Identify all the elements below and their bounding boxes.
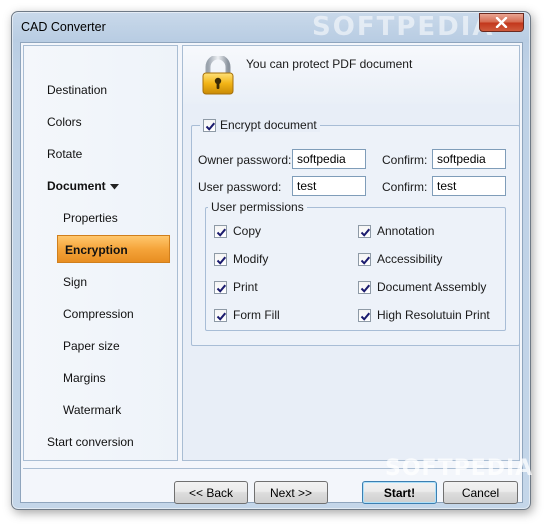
owner-confirm-field[interactable]: [432, 149, 506, 169]
check-icon: [360, 256, 371, 265]
check-icon: [360, 228, 371, 237]
panel-description: You can protect PDF document: [246, 57, 413, 71]
sidebar-item-encryption[interactable]: Encryption: [57, 235, 170, 263]
check-icon: [216, 312, 227, 321]
sidebar-item-compression[interactable]: Compression: [63, 307, 134, 321]
sidebar-item-label: Encryption: [65, 243, 128, 257]
owner-password-label: Owner password:: [198, 153, 292, 167]
sidebar-item-watermark[interactable]: Watermark: [63, 403, 121, 417]
permission-label: Form Fill: [233, 308, 280, 322]
sidebar-item-properties[interactable]: Properties: [63, 211, 118, 225]
check-icon: [216, 256, 227, 265]
permission-label: High Resolutuin Print: [377, 308, 490, 322]
encryption-panel: You can protect PDF document Encrypt doc…: [182, 45, 520, 461]
client-area: Destination Colors Rotate Document Prope…: [20, 42, 532, 504]
sidebar-item-label: Document: [47, 179, 106, 193]
sidebar-item-margins[interactable]: Margins: [63, 371, 106, 385]
user-password-label: User password:: [198, 180, 282, 194]
checkbox[interactable]: [214, 224, 227, 238]
permission-label: Print: [233, 280, 258, 294]
owner-password-field[interactable]: [292, 149, 366, 169]
permission-form-fill[interactable]: Form Fill: [214, 308, 280, 322]
user-password-field[interactable]: [292, 176, 366, 196]
owner-confirm-label: Confirm:: [382, 153, 428, 167]
checkbox[interactable]: [203, 118, 216, 132]
lock-icon: [202, 56, 234, 95]
window-title: CAD Converter: [21, 20, 106, 34]
checkbox[interactable]: [358, 308, 371, 322]
permission-label: Modify: [233, 252, 269, 266]
check-icon: [216, 284, 227, 293]
checkbox[interactable]: [358, 252, 371, 266]
watermark-text: SOFTPEDIA: [312, 12, 495, 42]
user-confirm-label: Confirm:: [382, 180, 428, 194]
encrypt-document-label: Encrypt document: [220, 118, 317, 132]
check-icon: [360, 284, 371, 293]
close-button[interactable]: [479, 13, 524, 32]
sidebar-item-document[interactable]: Document: [47, 179, 119, 193]
sidebar-item-paper-size[interactable]: Paper size: [63, 339, 120, 353]
permission-print[interactable]: Print: [214, 280, 258, 294]
checkbox[interactable]: [214, 280, 227, 294]
user-confirm-field[interactable]: [432, 176, 506, 196]
chevron-down-icon: [109, 183, 119, 190]
permission-annotation[interactable]: Annotation: [358, 224, 434, 238]
panel-header: You can protect PDF document: [183, 46, 519, 104]
permission-high-resolution-print[interactable]: High Resolutuin Print: [358, 308, 490, 322]
sidebar-item-destination[interactable]: Destination: [47, 83, 107, 97]
permission-label: Copy: [233, 224, 262, 238]
checkbox[interactable]: [214, 252, 227, 266]
permission-label: Accessibility: [377, 252, 443, 266]
permission-accessibility[interactable]: Accessibility: [358, 252, 442, 266]
close-icon: [495, 17, 508, 28]
permission-copy[interactable]: Copy: [214, 224, 261, 238]
checkbox[interactable]: [358, 224, 371, 238]
title-bar: CAD Converter SOFTPEDIA: [12, 12, 530, 42]
back-button[interactable]: << Back: [174, 481, 248, 504]
next-button[interactable]: Next >>: [254, 481, 328, 504]
sidebar-item-sign[interactable]: Sign: [63, 275, 87, 289]
watermark-text: SOFTPEDIA: [385, 456, 534, 481]
sidebar-item-rotate[interactable]: Rotate: [47, 147, 82, 161]
start-button[interactable]: Start!: [362, 481, 437, 504]
check-icon: [360, 312, 371, 321]
permissions-legend: User permissions: [208, 200, 307, 214]
permission-modify[interactable]: Modify: [214, 252, 268, 266]
permission-document-assembly[interactable]: Document Assembly: [358, 280, 486, 294]
cancel-button[interactable]: Cancel: [443, 481, 518, 504]
app-window: CAD Converter SOFTPEDIA Destination Colo…: [11, 11, 532, 510]
encrypt-document-checkbox[interactable]: Encrypt document: [200, 118, 320, 132]
check-icon: [205, 122, 216, 131]
permission-label: Annotation: [377, 224, 435, 238]
sidebar-item-colors[interactable]: Colors: [47, 115, 82, 129]
checkbox[interactable]: [358, 280, 371, 294]
permission-label: Document Assembly: [377, 280, 487, 294]
sidebar-item-start-conversion[interactable]: Start conversion: [47, 435, 134, 449]
sidebar: Destination Colors Rotate Document Prope…: [23, 45, 178, 461]
checkbox[interactable]: [214, 308, 227, 322]
check-icon: [216, 228, 227, 237]
